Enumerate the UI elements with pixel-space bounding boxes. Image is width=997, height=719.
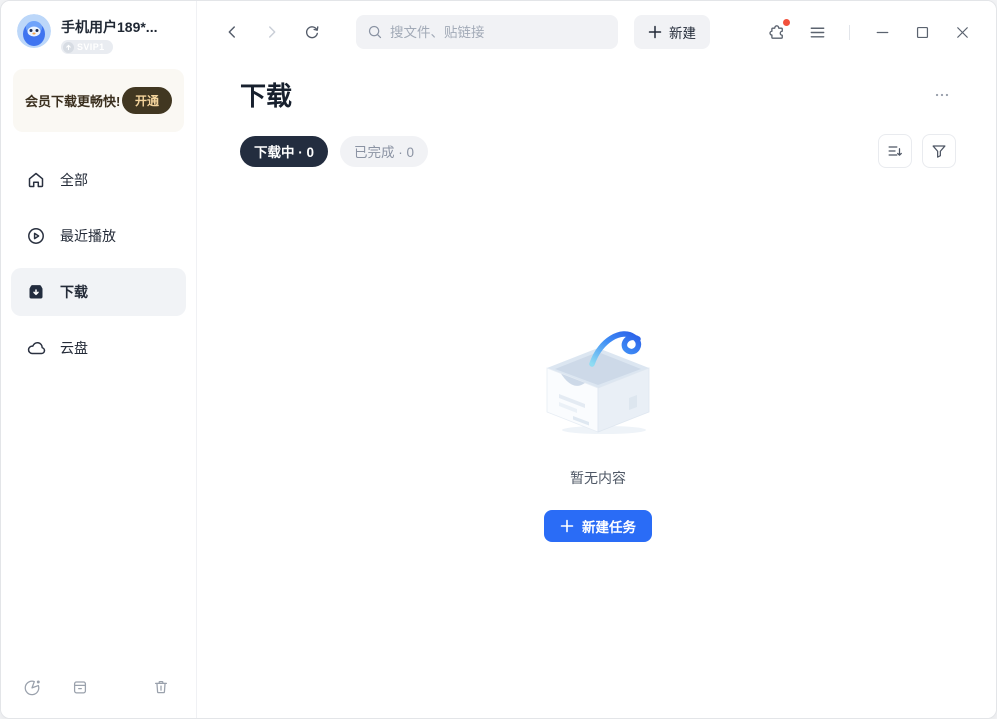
maximize-button[interactable]: [908, 18, 936, 46]
new-task-button-label: 新建任务: [582, 520, 636, 535]
forward-button[interactable]: [258, 18, 286, 46]
app-window: 手机用户189*... SVIP1 会员下载更畅快! 开通 全部 最近播放 下载…: [0, 0, 997, 719]
close-icon: [956, 26, 968, 38]
avatar[interactable]: [17, 14, 51, 48]
sidebar-item-all[interactable]: 全部: [11, 156, 186, 204]
vip-promo-card: 会员下载更畅快! 开通: [13, 68, 184, 132]
cloud-icon: [26, 338, 46, 358]
profile-info: 手机用户189*... SVIP1: [61, 14, 157, 56]
svip-badge: SVIP1: [61, 40, 113, 54]
sidebar-item-label: 下载: [60, 283, 88, 300]
sidebar-nav: 全部 最近播放 下载 云盘: [11, 156, 186, 372]
plus-icon: [560, 519, 574, 533]
svip-medal-icon: [63, 41, 74, 53]
topbar: 新建: [198, 1, 996, 63]
theme-skin-icon[interactable]: [23, 678, 41, 696]
new-task-toolbar-button[interactable]: 新建: [634, 15, 710, 49]
search-box[interactable]: [356, 15, 618, 49]
svip-badge-label: SVIP1: [77, 42, 105, 52]
empty-message: 暂无内容: [570, 470, 626, 486]
empty-box-illustration: [546, 331, 650, 434]
new-task-toolbar-label: 新建: [669, 26, 696, 41]
vip-activate-button[interactable]: 开通: [121, 86, 172, 114]
hamburger-menu-icon: [810, 27, 824, 37]
notification-dot: [783, 19, 790, 26]
tab-tools: [878, 134, 956, 168]
main-menu-button[interactable]: [803, 18, 831, 46]
tab-downloading[interactable]: 下载中 · 0: [240, 135, 329, 167]
chevron-left-icon: [228, 26, 235, 38]
download-box-icon: [26, 282, 46, 302]
play-circle-icon: [26, 226, 46, 246]
ellipsis-icon: [935, 93, 949, 96]
minimize-button[interactable]: [868, 18, 896, 46]
title-row: 下载: [240, 76, 956, 113]
content: 下载 下载中 · 0 已完成 · 0 暂无内容 新建任务: [198, 76, 996, 542]
topbar-right: [763, 18, 976, 46]
mascot-avatar-icon: [17, 14, 51, 48]
archive-storage-icon[interactable]: [71, 678, 89, 696]
sidebar-item-label: 全部: [60, 171, 88, 188]
refresh-button[interactable]: [298, 18, 326, 46]
filter-funnel-icon: [932, 145, 946, 158]
sidebar-item-label: 最近播放: [60, 227, 116, 244]
main-area: 新建: [198, 1, 996, 718]
plus-icon: [648, 25, 662, 39]
back-button[interactable]: [218, 18, 246, 46]
tab-completed[interactable]: 已完成 · 0: [340, 135, 429, 167]
search-icon: [368, 25, 382, 39]
search-input[interactable]: [390, 24, 607, 40]
user-profile[interactable]: 手机用户189*... SVIP1: [1, 1, 196, 56]
sort-button[interactable]: [878, 134, 912, 168]
filter-button[interactable]: [922, 134, 956, 168]
sidebar-item-downloads[interactable]: 下载: [11, 267, 186, 316]
sidebar-item-cloud-drive[interactable]: 云盘: [11, 324, 186, 372]
extensions-button[interactable]: [763, 18, 791, 46]
sidebar-footer-tools: [1, 662, 196, 718]
sidebar-item-recently-played[interactable]: 最近播放: [11, 212, 186, 260]
maximize-icon: [916, 26, 928, 38]
minimize-icon: [876, 31, 888, 33]
page-title: 下载: [240, 81, 293, 111]
trash-icon[interactable]: [152, 678, 170, 696]
home-icon: [26, 170, 46, 190]
vip-promo-text: 会员下载更畅快!: [25, 93, 121, 109]
tab-row: 下载中 · 0 已完成 · 0: [240, 134, 956, 168]
new-task-button[interactable]: 新建任务: [544, 510, 652, 542]
sort-icon: [888, 146, 902, 156]
close-button[interactable]: [948, 18, 976, 46]
sidebar: 手机用户189*... SVIP1 会员下载更畅快! 开通 全部 最近播放 下载…: [1, 1, 197, 718]
username: 手机用户189*...: [61, 19, 158, 35]
window-controls-divider: [849, 24, 850, 40]
refresh-icon: [305, 26, 319, 39]
empty-state: 暂无内容 新建任务: [240, 328, 956, 542]
sidebar-item-label: 云盘: [60, 339, 88, 356]
chevron-right-icon: [269, 26, 276, 38]
more-options-button[interactable]: [928, 81, 956, 109]
